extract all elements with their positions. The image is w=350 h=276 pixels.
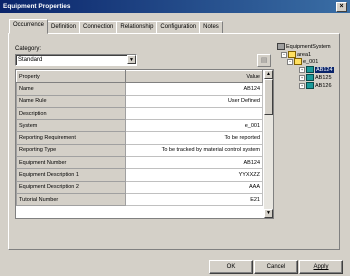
grid-header: Property Value <box>16 70 263 84</box>
tree-system[interactable]: − e_001 <box>287 58 318 66</box>
equipment-icon <box>306 82 314 89</box>
tree-item[interactable]: + AB126 <box>299 82 332 90</box>
expand-icon[interactable]: + <box>299 82 305 89</box>
table-row[interactable]: Equipment Description 1 YYXXZZ <box>16 168 263 182</box>
equipment-icon <box>306 74 314 81</box>
scroll-down-icon[interactable]: ▼ <box>264 209 273 218</box>
table-row[interactable]: Reporting Requirement To be reported <box>16 131 263 145</box>
row-value[interactable]: e_001 <box>125 119 263 133</box>
row-value[interactable]: To be tracked by material control system <box>125 143 263 158</box>
tree-item-label: AB126 <box>315 82 332 89</box>
row-value[interactable]: AB124 <box>125 82 263 96</box>
tree-root-label: EquipmentSystem <box>286 43 331 50</box>
row-label: Reporting Type <box>16 143 126 158</box>
row-label: Equipment Description 2 <box>16 180 126 194</box>
collapse-icon[interactable]: − <box>281 51 287 58</box>
row-label: Name <box>16 82 126 96</box>
row-value[interactable]: To be reported <box>125 131 263 145</box>
equipment-system-icon <box>277 43 285 50</box>
row-label: Tutorial Number <box>16 192 126 207</box>
table-row[interactable]: System e_001 <box>16 119 263 133</box>
tree-item-label: AB124 <box>315 66 334 73</box>
properties-icon[interactable]: ▤ <box>257 54 271 67</box>
category-select[interactable]: Standard ▼ <box>15 54 137 66</box>
row-label: Equipment Description 1 <box>16 168 126 182</box>
scroll-thumb[interactable] <box>264 79 273 115</box>
table-row[interactable]: Reporting Type To be tracked by material … <box>16 143 263 158</box>
category-value: Standard <box>18 57 43 63</box>
table-row[interactable]: Name Rule User Defined <box>16 94 263 108</box>
row-value[interactable]: YYXXZZ <box>125 168 263 182</box>
window-title: Equipment Properties <box>3 3 71 10</box>
row-value[interactable]: AB124 <box>125 156 263 170</box>
property-grid: Property Value Name AB124 Name Rule User D… <box>15 69 274 219</box>
header-property[interactable]: Property <box>16 70 126 84</box>
chevron-down-icon[interactable]: ▼ <box>127 55 136 64</box>
row-label: Description <box>16 106 126 121</box>
apply-button[interactable]: Apply <box>299 260 343 274</box>
ok-button[interactable]: OK <box>209 260 253 274</box>
table-row[interactable]: Name AB124 <box>16 82 263 96</box>
expand-icon[interactable]: + <box>299 66 305 73</box>
tree-item[interactable]: + AB124 <box>299 66 334 74</box>
row-value[interactable]: AAA <box>125 180 263 194</box>
header-value[interactable]: Value <box>125 70 263 84</box>
row-label: Equipment Number <box>16 156 126 170</box>
tree-item-label: AB125 <box>315 74 332 81</box>
row-value[interactable]: User Defined <box>125 94 263 108</box>
row-label: Name Rule <box>16 94 126 108</box>
row-value[interactable] <box>125 106 263 121</box>
grid-scrollbar[interactable]: ▲ ▼ <box>264 70 273 218</box>
table-row[interactable]: Equipment Description 2 AAA <box>16 180 263 194</box>
table-row[interactable]: Tutorial Number E21 <box>16 192 263 207</box>
tree-system-label: e_001 <box>303 58 319 65</box>
close-button[interactable]: × <box>336 2 347 12</box>
equipment-tree: EquipmentSystem − area1 − e_001 + AB124 + AB… <box>277 43 337 123</box>
tree-root[interactable]: EquipmentSystem <box>277 43 331 51</box>
tab-occurrence[interactable]: Occurrence <box>9 19 49 34</box>
title-bar: Equipment Properties × <box>0 0 350 13</box>
scroll-up-icon[interactable]: ▲ <box>264 70 273 79</box>
tab-strip: Occurrence Definition Connection Relatio… <box>9 19 223 34</box>
category-label: Category: <box>15 46 42 52</box>
equipment-icon <box>306 66 314 73</box>
folder-icon <box>294 58 302 65</box>
table-row[interactable]: Description <box>16 106 263 121</box>
row-label: Reporting Requirement <box>16 131 126 145</box>
row-label: System <box>16 119 126 133</box>
folder-icon <box>288 51 296 58</box>
collapse-icon[interactable]: − <box>287 58 293 65</box>
table-row[interactable]: Equipment Number AB124 <box>16 156 263 170</box>
tree-item[interactable]: + AB125 <box>299 74 332 82</box>
row-value[interactable]: E21 <box>125 192 263 207</box>
cancel-button[interactable]: Cancel <box>254 260 298 274</box>
expand-icon[interactable]: + <box>299 74 305 81</box>
